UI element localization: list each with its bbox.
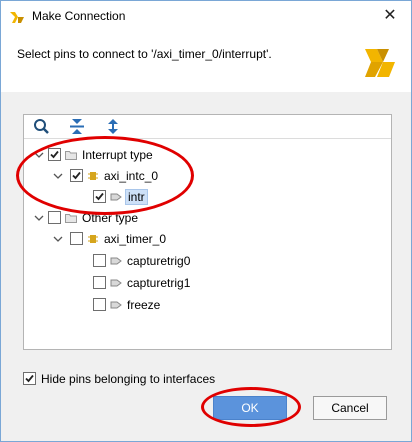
chevron-down-icon[interactable] bbox=[53, 170, 63, 182]
tree-row-axi-timer-0[interactable]: axi_timer_0 bbox=[24, 230, 391, 250]
pin-icon bbox=[110, 279, 122, 287]
tree-label-axi-intc-0: axi_intc_0 bbox=[104, 169, 159, 183]
search-icon[interactable] bbox=[33, 118, 51, 135]
tree-toolbar bbox=[24, 115, 391, 139]
window-title: Make Connection bbox=[32, 9, 126, 23]
title-bar: Make Connection ✕ bbox=[1, 1, 411, 32]
tree-row-interrupt-type[interactable]: Interrupt type bbox=[24, 146, 391, 166]
checkbox-axi-intc-0[interactable] bbox=[70, 169, 83, 182]
ip-block-icon bbox=[88, 235, 98, 243]
chevron-down-icon[interactable] bbox=[34, 212, 44, 224]
checkbox-capturetrig1[interactable] bbox=[93, 276, 106, 289]
checkbox-capturetrig0[interactable] bbox=[93, 254, 106, 267]
tree-row-intr[interactable]: intr bbox=[24, 188, 391, 208]
checkbox-axi-timer-0[interactable] bbox=[70, 232, 83, 245]
pin-tree-panel: Interrupt type axi_intc_0 intr Other typ… bbox=[23, 114, 392, 350]
checkbox-other-type[interactable] bbox=[48, 211, 61, 224]
pin-icon bbox=[110, 193, 122, 201]
tree-row-capturetrig0[interactable]: capturetrig0 bbox=[24, 252, 391, 272]
ip-block-icon bbox=[88, 172, 98, 180]
tree-label-axi-timer-0: axi_timer_0 bbox=[104, 232, 167, 246]
ok-button[interactable]: OK bbox=[213, 396, 287, 420]
collapse-all-icon[interactable] bbox=[68, 118, 86, 135]
tree-row-other-type[interactable]: Other type bbox=[24, 209, 391, 229]
chevron-down-icon[interactable] bbox=[34, 149, 44, 161]
checkbox-interrupt-type[interactable] bbox=[48, 148, 61, 161]
tree-row-freeze[interactable]: freeze bbox=[24, 296, 391, 316]
dialog-header: Select pins to connect to '/axi_timer_0/… bbox=[1, 32, 411, 92]
checkbox-freeze[interactable] bbox=[93, 298, 106, 311]
chevron-down-icon[interactable] bbox=[53, 233, 63, 245]
tree-label-other-type: Other type bbox=[82, 211, 139, 225]
pin-icon bbox=[110, 257, 122, 265]
vivado-logo-icon bbox=[365, 49, 395, 77]
dialog-content: Interrupt type axi_intc_0 intr Other typ… bbox=[1, 92, 411, 441]
checkbox-hide-pins[interactable] bbox=[23, 372, 36, 385]
make-connection-dialog: Make Connection ✕ Select pins to connect… bbox=[0, 0, 412, 442]
tree-row-capturetrig1[interactable]: capturetrig1 bbox=[24, 274, 391, 294]
folder-icon bbox=[65, 214, 77, 223]
hide-pins-label: Hide pins belonging to interfaces bbox=[41, 372, 216, 386]
expand-all-icon[interactable] bbox=[104, 118, 122, 135]
folder-icon bbox=[65, 151, 77, 160]
tree-label-capturetrig1: capturetrig1 bbox=[127, 276, 191, 290]
cancel-button[interactable]: Cancel bbox=[313, 396, 387, 420]
tree-label-interrupt-type: Interrupt type bbox=[82, 148, 153, 162]
close-button[interactable]: ✕ bbox=[375, 3, 405, 29]
tree-label-freeze: freeze bbox=[127, 298, 161, 312]
pin-icon bbox=[110, 301, 122, 309]
checkbox-intr[interactable] bbox=[93, 190, 106, 203]
tree-label-capturetrig0: capturetrig0 bbox=[127, 254, 191, 268]
tree-label-intr: intr bbox=[125, 189, 148, 205]
app-logo-icon bbox=[10, 12, 24, 23]
tree-row-axi-intc-0[interactable]: axi_intc_0 bbox=[24, 167, 391, 187]
prompt-text: Select pins to connect to '/axi_timer_0/… bbox=[17, 47, 272, 61]
